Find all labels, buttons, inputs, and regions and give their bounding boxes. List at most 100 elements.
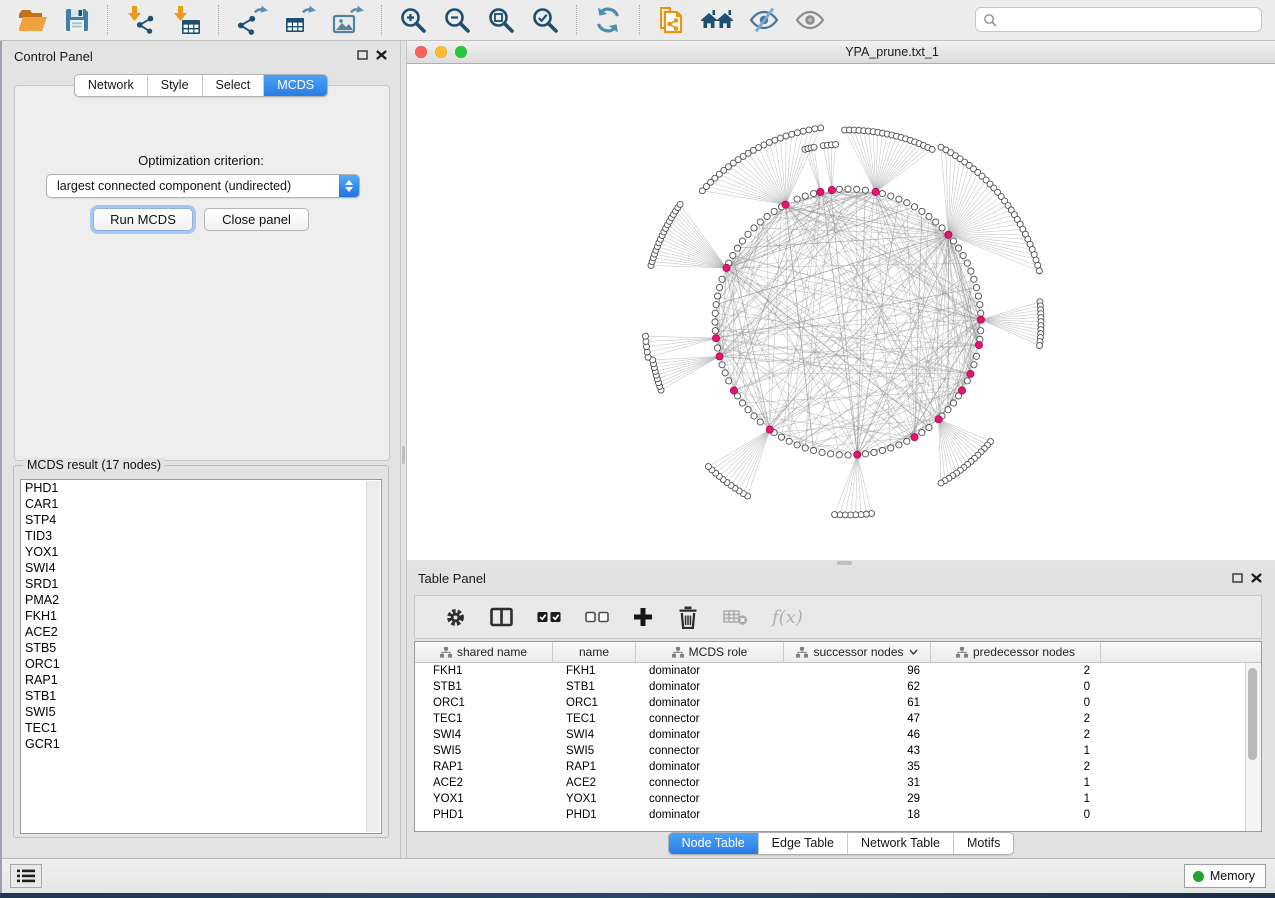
table-row[interactable]: TEC1TEC1connector472 [415, 711, 1261, 727]
tab-mcds[interactable]: MCDS [263, 75, 327, 96]
graph-node[interactable] [919, 208, 925, 214]
tab-node-table[interactable]: Node Table [669, 833, 758, 854]
table-row[interactable]: RAP1RAP1dominator352 [415, 759, 1261, 775]
graph-node[interactable] [714, 293, 720, 299]
graph-node[interactable] [836, 452, 842, 458]
graph-node[interactable] [960, 252, 966, 258]
tab-motifs[interactable]: Motifs [953, 833, 1013, 854]
zoom-in-icon[interactable] [391, 3, 435, 37]
graph-node[interactable] [955, 245, 961, 251]
graph-node[interactable] [810, 447, 816, 453]
share-document-icon[interactable] [649, 3, 693, 37]
mcds-hub-node[interactable] [766, 426, 773, 433]
float-panel-icon[interactable] [357, 50, 368, 60]
graph-node[interactable] [719, 362, 725, 368]
vertical-splitter[interactable] [400, 41, 407, 858]
mcds-result-item[interactable]: STB1 [21, 688, 381, 704]
graph-leaf-node[interactable] [705, 464, 711, 470]
graph-node[interactable] [973, 284, 979, 290]
graph-node[interactable] [879, 190, 885, 196]
deselect-all-icon[interactable] [573, 608, 621, 626]
graph-leaf-node[interactable] [800, 128, 806, 134]
home-icon[interactable] [693, 3, 741, 37]
mcds-hub-node[interactable] [977, 316, 984, 323]
graph-node[interactable] [764, 213, 770, 219]
mcds-result-item[interactable]: YOX1 [21, 544, 381, 560]
graph-leaf-node[interactable] [811, 144, 817, 150]
graph-node[interactable] [786, 438, 792, 444]
mcds-hub-node[interactable] [958, 387, 965, 394]
graph-node[interactable] [757, 219, 763, 225]
graph-node[interactable] [751, 225, 757, 231]
graph-node[interactable] [794, 442, 800, 448]
mcds-hub-node[interactable] [911, 434, 918, 441]
mcds-hub-node[interactable] [730, 387, 737, 394]
graph-node[interactable] [978, 328, 984, 334]
delete-icon[interactable] [665, 606, 711, 629]
graph-node[interactable] [802, 445, 808, 451]
tab-select[interactable]: Select [202, 75, 264, 96]
import-table-icon[interactable] [163, 3, 209, 37]
refresh-icon[interactable] [586, 3, 630, 37]
graph-node[interactable] [845, 186, 851, 192]
graph-leaf-node[interactable] [783, 133, 789, 139]
table-row[interactable]: FKH1FKH1dominator962 [415, 663, 1261, 679]
export-network-icon[interactable] [228, 3, 276, 37]
graph-node[interactable] [745, 231, 751, 237]
run-mcds-button[interactable]: Run MCDS [93, 208, 193, 231]
graph-node[interactable] [739, 238, 745, 244]
mcds-result-item[interactable]: STB5 [21, 640, 381, 656]
optimization-criterion-select[interactable]: largest connected component (undirected) [46, 174, 360, 198]
close-panel-icon[interactable] [376, 50, 387, 60]
graph-node[interactable] [926, 213, 932, 219]
save-icon[interactable] [56, 3, 98, 37]
mcds-result-item[interactable]: RAP1 [21, 672, 381, 688]
graph-node[interactable] [734, 245, 740, 251]
graph-leaf-node[interactable] [929, 146, 935, 152]
task-history-button[interactable] [10, 864, 42, 888]
graph-node[interactable] [712, 328, 718, 334]
close-panel-icon[interactable] [1251, 573, 1262, 583]
mcds-hub-node[interactable] [817, 188, 824, 195]
graph-node[interactable] [950, 238, 956, 244]
mcds-hub-node[interactable] [723, 264, 730, 271]
graph-node[interactable] [778, 434, 784, 440]
graph-node[interactable] [862, 451, 868, 457]
graph-node[interactable] [854, 186, 860, 192]
mcds-result-item[interactable]: FKH1 [21, 608, 381, 624]
add-icon[interactable] [621, 607, 665, 627]
mcds-hub-node[interactable] [782, 201, 789, 208]
graph-leaf-node[interactable] [938, 480, 944, 486]
graph-node[interactable] [819, 449, 825, 455]
table-row[interactable]: PHD1PHD1dominator180 [415, 807, 1261, 823]
graph-leaf-node[interactable] [642, 333, 648, 339]
graph-node[interactable] [716, 284, 722, 290]
graph-node[interactable] [719, 276, 725, 282]
graph-node[interactable] [888, 193, 894, 199]
graph-node[interactable] [888, 445, 894, 451]
graph-leaf-node[interactable] [832, 512, 838, 518]
mcds-result-item[interactable]: SWI5 [21, 704, 381, 720]
graph-node[interactable] [751, 413, 757, 419]
graph-leaf-node[interactable] [1037, 343, 1043, 349]
table-row[interactable]: SWI5SWI5connector431 [415, 743, 1261, 759]
graph-node[interactable] [939, 225, 945, 231]
graph-node[interactable] [713, 302, 719, 308]
table-row[interactable]: SWI4SWI4dominator462 [415, 727, 1261, 743]
graph-node[interactable] [871, 449, 877, 455]
mcds-result-item[interactable]: TEC1 [21, 720, 381, 736]
column-header-shared-name[interactable]: shared name [415, 642, 553, 662]
float-panel-icon[interactable] [1232, 573, 1243, 583]
show-selected-icon[interactable] [787, 3, 833, 37]
graph-node[interactable] [712, 310, 718, 316]
mcds-hub-node[interactable] [854, 451, 861, 458]
graph-node[interactable] [730, 252, 736, 258]
graph-node[interactable] [973, 353, 979, 359]
graph-leaf-node[interactable] [777, 135, 783, 141]
column-header-MCDS-role[interactable]: MCDS role [636, 642, 784, 662]
mcds-result-item[interactable]: ORC1 [21, 656, 381, 672]
mcds-result-list[interactable]: PHD1CAR1STP4TID3YOX1SWI4SRD1PMA2FKH1ACE2… [20, 479, 382, 834]
graph-node[interactable] [845, 452, 851, 458]
mcds-hub-node[interactable] [935, 416, 942, 423]
mcds-hub-node[interactable] [967, 370, 974, 377]
